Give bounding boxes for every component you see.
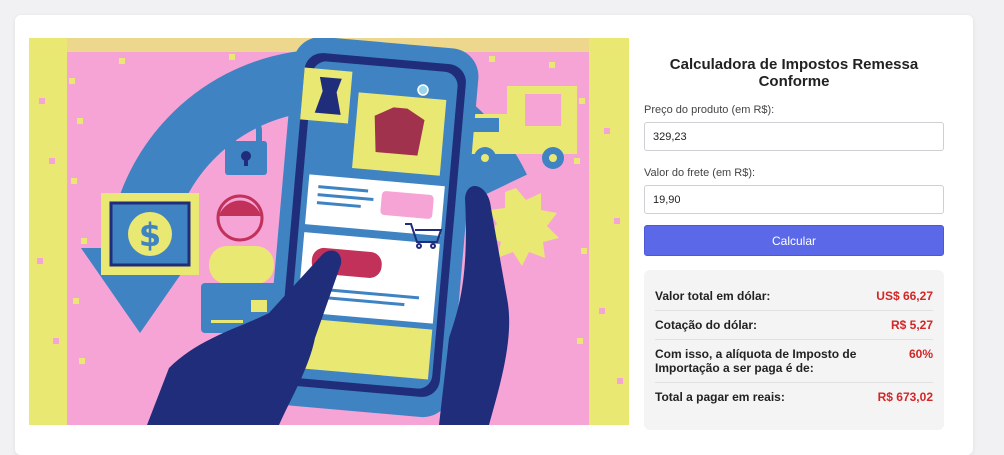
calculator-form: Calculadora de Impostos Remessa Conforme… [644, 38, 944, 430]
result-value: R$ 5,27 [890, 318, 933, 332]
calculator-card: $ Calculadora de Impostos Remessa Confor… [15, 15, 973, 455]
result-value: R$ 673,02 [877, 390, 933, 404]
svg-text:$: $ [139, 216, 161, 254]
price-label: Preço do produto (em R$): [644, 104, 775, 116]
online-shopping-illustration: $ [29, 38, 629, 425]
dollar-bill-icon: $ [101, 193, 199, 275]
result-label: Cotação do dólar: [655, 318, 758, 332]
freight-input[interactable] [644, 185, 944, 214]
result-label: Total a pagar em reais: [655, 390, 785, 404]
result-row-total-brl: Total a pagar em reais: R$ 673,02 [655, 383, 933, 411]
result-value: 60% [908, 347, 933, 361]
price-input[interactable] [644, 122, 944, 151]
freight-label: Valor do frete (em R$): [644, 167, 756, 179]
result-row-total-usd: Valor total em dólar: US$ 66,27 [655, 282, 933, 311]
result-row-tax-rate: Com isso, a alíquota de Imposto de Impor… [655, 340, 933, 383]
result-label: Valor total em dólar: [655, 289, 771, 303]
page-title: Calculadora de Impostos Remessa Conforme [669, 56, 919, 90]
result-value: US$ 66,27 [876, 289, 933, 303]
result-row-exchange-rate: Cotação do dólar: R$ 5,27 [655, 311, 933, 340]
result-label: Com isso, a alíquota de Imposto de Impor… [655, 347, 857, 375]
results-panel: Valor total em dólar: US$ 66,27 Cotação … [644, 270, 944, 430]
calculate-button[interactable]: Calcular [644, 225, 944, 256]
